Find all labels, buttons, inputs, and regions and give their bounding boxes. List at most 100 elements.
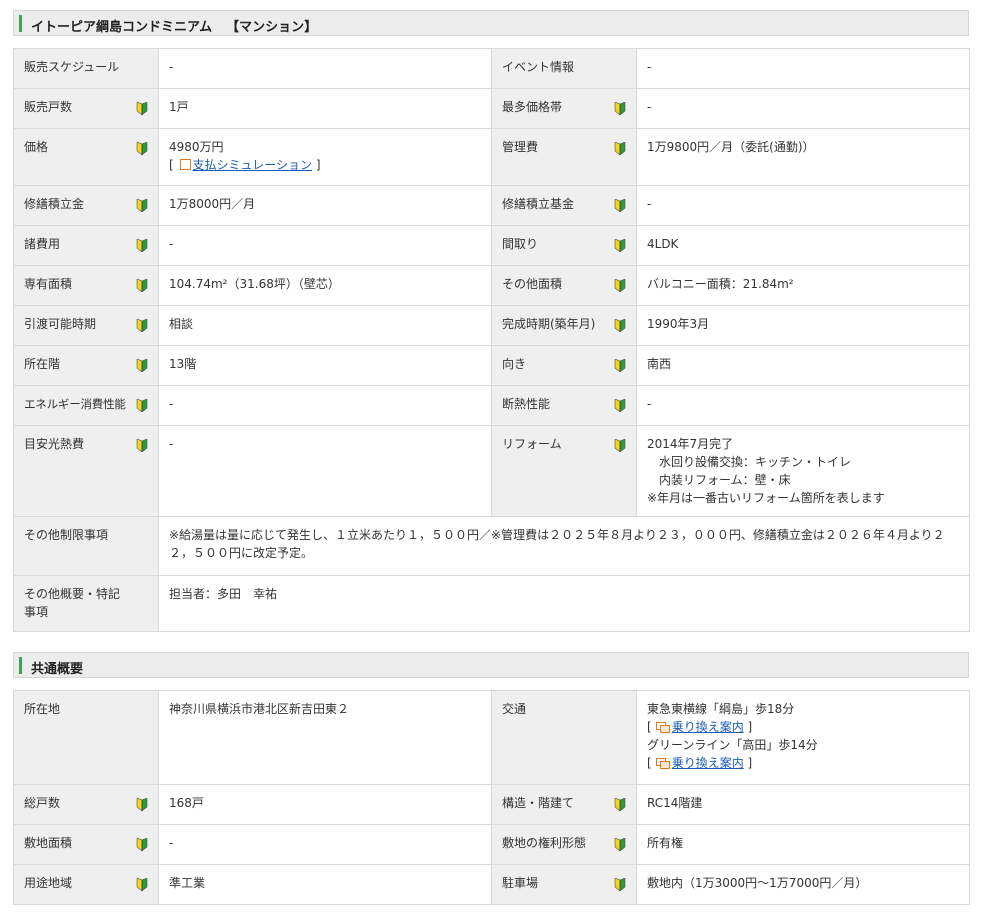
label-right: 断熱性能	[491, 385, 637, 426]
value-reform: 2014年7月完了 水回り設備交換：キッチン・トイレ 内装リフォーム：壁・床 ※年月は…	[636, 425, 970, 517]
beginner-mark-icon[interactable]	[614, 239, 626, 252]
beginner-mark-icon[interactable]	[614, 199, 626, 212]
table-row: 諸費用 - 間取り 4LDK	[13, 225, 970, 266]
table-row: その他概要・特記事項 担当者：多田 幸祐	[13, 575, 970, 632]
value-address: 神奈川県横浜市港北区新吉田東２	[158, 690, 492, 785]
value-right: RC14階建	[636, 784, 970, 825]
beginner-mark-icon[interactable]	[136, 199, 148, 212]
value-left: 準工業	[158, 864, 492, 905]
value-left: -	[158, 425, 492, 517]
value-left: 168戸	[158, 784, 492, 825]
label-left: 修繕積立金	[13, 185, 159, 226]
beginner-mark-icon[interactable]	[136, 838, 148, 851]
beginner-mark-icon[interactable]	[614, 359, 626, 372]
value-left: -	[158, 385, 492, 426]
value-right: バルコニー面積：21.84m²	[636, 265, 970, 306]
beginner-mark-icon[interactable]	[136, 399, 148, 412]
table-row: その他制限事項 ※給湯量は量に応じて発生し、１立米あたり１，５００円／※管理費は２…	[13, 516, 970, 576]
label-left: エネルギー消費性能	[13, 385, 159, 426]
section-header-property: イトーピア綱島コンドミニアム 【マンション】	[13, 10, 969, 36]
label-left: 引渡可能時期	[13, 305, 159, 346]
common-spec-table: 所在地 神奈川県横浜市港北区新吉田東２ 交通 東急東横線「綱島」歩18分 [乗り…	[13, 690, 970, 905]
label-left: 販売戸数	[13, 88, 159, 129]
beginner-mark-icon[interactable]	[614, 399, 626, 412]
value-left: -	[158, 824, 492, 865]
beginner-mark-icon[interactable]	[136, 279, 148, 292]
label-right: 向き	[491, 345, 637, 386]
common-title: 共通概要	[31, 662, 84, 677]
value-right: -	[636, 185, 970, 226]
label-right: イベント情報	[491, 48, 637, 89]
beginner-mark-icon[interactable]	[614, 279, 626, 292]
label-traffic: 交通	[491, 690, 637, 785]
transfer-guide-link-1[interactable]: 乗り換え案内	[672, 720, 744, 734]
beginner-mark-icon[interactable]	[136, 239, 148, 252]
transfer-icon	[655, 721, 670, 733]
transfer-link-row-1: [乗り換え案内 ]	[647, 720, 753, 734]
value-right: 4LDK	[636, 225, 970, 266]
value-left: 1戸	[158, 88, 492, 129]
value-right: 1万9800円／月（委託(通勤)）	[636, 128, 970, 186]
label-left: 敷地面積	[13, 824, 159, 865]
table-row: 修繕積立金 1万8000円／月 修繕積立基金 -	[13, 185, 970, 226]
table-row: 用途地域 準工業 駐車場 敷地内（1万3000円～1万7000円／月）	[13, 864, 970, 905]
table-row: 引渡可能時期 相談 完成時期(築年月) 1990年3月	[13, 305, 970, 346]
label-right: その他面積	[491, 265, 637, 306]
label-right: 駐車場	[491, 864, 637, 905]
value-traffic: 東急東横線「綱島」歩18分 [乗り換え案内 ] グリーンライン「高田」歩14分 …	[636, 690, 970, 785]
reform-line: 水回り設備交換：キッチン・トイレ	[659, 455, 852, 469]
beginner-mark-icon[interactable]	[136, 878, 148, 891]
section-accent-bar	[19, 657, 22, 674]
label-left: 専有面積	[13, 265, 159, 306]
beginner-mark-icon[interactable]	[614, 878, 626, 891]
table-row: 所在地 神奈川県横浜市港北区新吉田東２ 交通 東急東横線「綱島」歩18分 [乗り…	[13, 690, 970, 785]
value-left: 104.74m²（31.68坪）（壁芯）	[158, 265, 492, 306]
value-right: 所有権	[636, 824, 970, 865]
value-right: 敷地内（1万3000円～1万7000円／月）	[636, 864, 970, 905]
section-accent-bar	[19, 15, 22, 32]
beginner-mark-icon[interactable]	[614, 838, 626, 851]
beginner-mark-icon[interactable]	[136, 798, 148, 811]
label-right: 敷地の権利形態	[491, 824, 637, 865]
table-row: 販売戸数 1戸 最多価格帯 -	[13, 88, 970, 129]
value-left: 1万8000円／月	[158, 185, 492, 226]
label-right: 完成時期(築年月)	[491, 305, 637, 346]
beginner-mark-icon[interactable]	[614, 798, 626, 811]
reform-note: ※年月は一番古いリフォーム箇所を表します	[647, 491, 885, 505]
label-right: 構造・階建て	[491, 784, 637, 825]
label-address: 所在地	[13, 690, 159, 785]
property-type: 【マンション】	[226, 20, 318, 35]
traffic-line-2: グリーンライン「高田」歩14分	[647, 738, 818, 752]
transfer-icon	[655, 757, 670, 769]
reform-line: 内装リフォーム：壁・床	[659, 473, 791, 487]
table-row: 専有面積 104.74m²（31.68坪）（壁芯） その他面積 バルコニー面積：21.…	[13, 265, 970, 306]
beginner-mark-icon[interactable]	[136, 142, 148, 155]
beginner-mark-icon[interactable]	[136, 359, 148, 372]
price-text: 4980万円	[169, 140, 224, 154]
property-name: イトーピア綱島コンドミニアム	[31, 20, 213, 35]
transfer-guide-link-2[interactable]: 乗り換え案内	[672, 756, 744, 770]
beginner-mark-icon[interactable]	[614, 319, 626, 332]
value-left: -	[158, 48, 492, 89]
section-header-common: 共通概要	[13, 652, 969, 678]
beginner-mark-icon[interactable]	[136, 102, 148, 115]
value-price: 4980万円 [ 支払シミュレーション ]	[158, 128, 492, 186]
value-right: 1990年3月	[636, 305, 970, 346]
beginner-mark-icon[interactable]	[136, 439, 148, 452]
value-left: -	[158, 225, 492, 266]
beginner-mark-icon[interactable]	[614, 102, 626, 115]
value-right: 南西	[636, 345, 970, 386]
property-spec-table: 販売スケジュール - イベント情報 - 販売戸数 1戸 最多価格帯 - 価格 4980万円[ 支払…	[13, 48, 970, 632]
label-left: 総戸数	[13, 784, 159, 825]
label-right: 最多価格帯	[491, 88, 637, 129]
beginner-mark-icon[interactable]	[614, 142, 626, 155]
label-left: 販売スケジュール	[13, 48, 159, 89]
label-left: 諸費用	[13, 225, 159, 266]
label-left: 用途地域	[13, 864, 159, 905]
label-left: 目安光熱費	[13, 425, 159, 517]
beginner-mark-icon[interactable]	[614, 439, 626, 452]
beginner-mark-icon[interactable]	[136, 319, 148, 332]
label-notes: その他概要・特記事項	[13, 575, 159, 632]
payment-simulation-link[interactable]: 支払シミュレーション	[193, 158, 313, 172]
value-restrictions: ※給湯量は量に応じて発生し、１立米あたり１，５００円／※管理費は２０２５年８月よ…	[158, 516, 970, 576]
